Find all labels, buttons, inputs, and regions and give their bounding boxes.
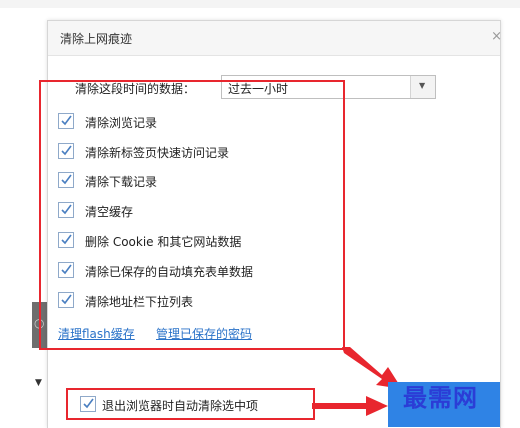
option-label: 清除浏览记录 (85, 116, 158, 130)
dialog-title: 清除上网痕迹 (60, 32, 133, 46)
option-label: 清除地址栏下拉列表 (85, 295, 194, 309)
screenshot: ○ ▼ 清除上网痕迹 × 清除这段时间的数据： 过去一小时 ▼ 清除浏览记录 清… (0, 0, 520, 428)
manage-passwords-link[interactable]: 管理已保存的密码 (156, 325, 252, 342)
option-label: 清空缓存 (85, 205, 134, 219)
watermark-text: 最需网 (403, 383, 478, 412)
check-icon (83, 398, 94, 409)
option-label: 清除下载记录 (85, 175, 158, 189)
check-icon (61, 264, 72, 275)
caret-down-icon[interactable]: ▼ (35, 378, 42, 388)
option-label: 清除新标签页快速访问记录 (85, 146, 230, 160)
chevron-down-icon: ▼ (419, 81, 426, 90)
close-icon[interactable]: × (491, 29, 502, 44)
check-icon (61, 145, 72, 156)
check-icon (61, 294, 72, 305)
checkbox[interactable] (58, 232, 74, 248)
option-label: 清除已保存的自动填充表单数据 (85, 265, 254, 279)
check-icon (61, 204, 72, 215)
check-icon (61, 174, 72, 185)
check-icon (61, 234, 72, 245)
checkbox[interactable] (58, 172, 74, 188)
red-arrow-lower (312, 396, 388, 416)
dialog-header: 清除上网痕迹 × (48, 21, 502, 56)
option-label: 退出浏览器时自动清除选中项 (102, 399, 259, 413)
checkbox[interactable] (58, 202, 74, 218)
top-strip (0, 0, 520, 8)
option-label: 删除 Cookie 和其它网站数据 (85, 235, 242, 249)
clear-flash-link[interactable]: 清理flash缓存 (58, 325, 135, 342)
checkbox[interactable] (58, 143, 74, 159)
checkbox[interactable] (58, 262, 74, 278)
checkbox[interactable] (58, 292, 74, 308)
checkbox[interactable] (80, 396, 96, 412)
checkbox[interactable] (58, 113, 74, 129)
dropdown-button[interactable]: ▼ (410, 76, 435, 98)
check-icon (61, 115, 72, 126)
